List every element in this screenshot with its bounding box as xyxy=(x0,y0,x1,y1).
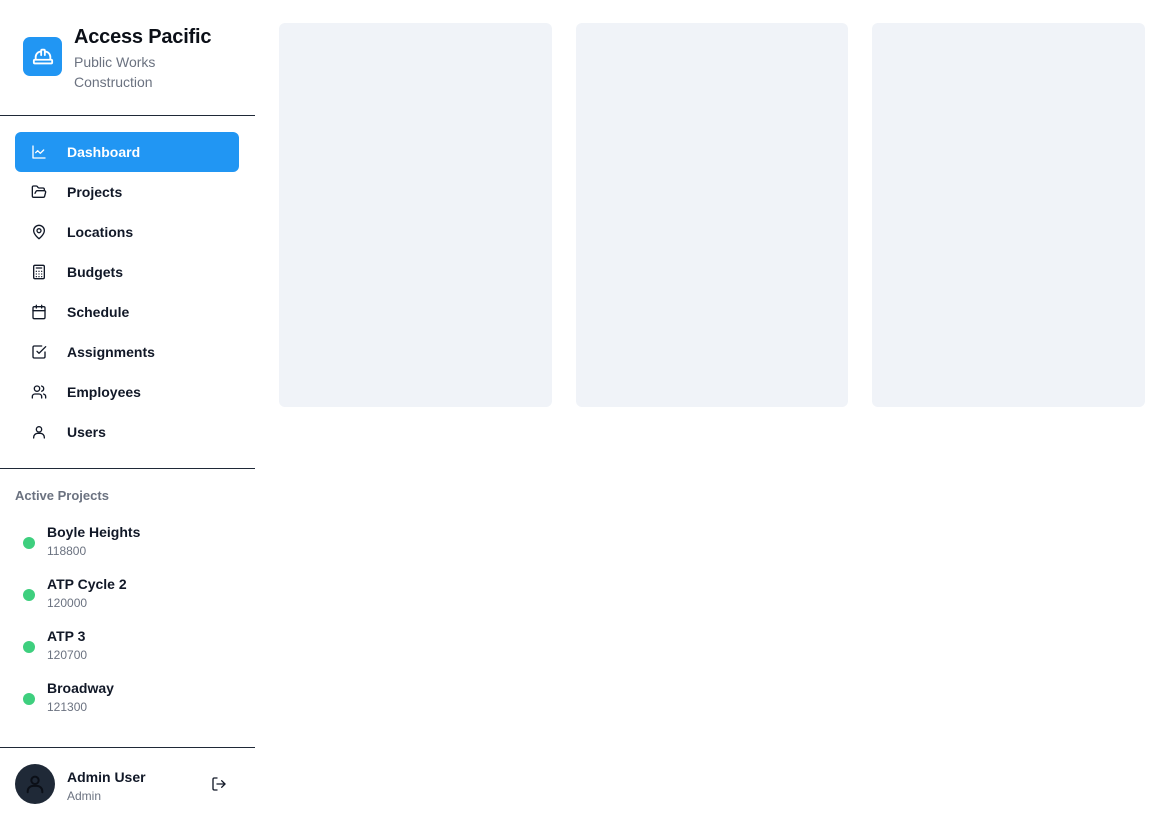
status-dot xyxy=(23,641,35,653)
nav-item-assignments[interactable]: Assignments xyxy=(15,332,239,372)
nav-label: Assignments xyxy=(67,344,155,360)
avatar[interactable] xyxy=(15,764,55,804)
project-name: Broadway xyxy=(47,680,114,696)
logout-button[interactable] xyxy=(209,774,229,794)
nav-label: Dashboard xyxy=(67,144,141,160)
nav-item-budgets[interactable]: Budgets xyxy=(15,252,239,292)
status-dot xyxy=(23,589,35,601)
nav-label: Budgets xyxy=(67,264,123,280)
nav-item-dashboard[interactable]: Dashboard xyxy=(15,132,239,172)
project-item[interactable]: Broadway 121300 xyxy=(0,676,255,728)
active-projects-heading: Active Projects xyxy=(15,488,109,503)
status-dot xyxy=(23,693,35,705)
sidebar-divider xyxy=(0,747,255,748)
project-code: 120000 xyxy=(47,596,88,610)
app-shell: Access Pacific Public Works Construction… xyxy=(0,0,1155,814)
user-icon xyxy=(31,424,47,440)
log-out-icon xyxy=(212,777,226,791)
calendar-icon xyxy=(31,304,47,320)
brand-title: Access Pacific xyxy=(74,26,212,48)
hard-hat-icon xyxy=(23,37,62,76)
user-role: Admin xyxy=(67,789,102,803)
chart-line-icon xyxy=(31,144,47,160)
project-name: ATP Cycle 2 xyxy=(47,576,127,592)
project-name: ATP 3 xyxy=(47,628,86,644)
user-icon xyxy=(26,775,44,794)
brand-header: Access Pacific Public Works Construction xyxy=(0,0,255,116)
loading-card xyxy=(872,23,1145,407)
loading-card xyxy=(279,23,552,407)
project-code: 120700 xyxy=(47,648,88,662)
check-square-icon xyxy=(31,344,47,360)
folder-open-icon xyxy=(31,184,47,200)
project-name: Boyle Heights xyxy=(47,524,141,540)
brand-subtitle: Public Works Construction xyxy=(74,54,156,90)
user-name: Admin User xyxy=(67,769,146,785)
nav-item-employees[interactable]: Employees xyxy=(15,372,239,412)
sidebar: Access Pacific Public Works Construction… xyxy=(0,0,255,814)
status-dot xyxy=(23,537,35,549)
project-item[interactable]: Boyle Heights 118800 xyxy=(0,520,255,572)
project-item[interactable]: ATP 3 120700 xyxy=(0,624,255,676)
sidebar-divider xyxy=(0,468,255,469)
nav-label: Users xyxy=(67,424,106,440)
project-item[interactable]: ATP Cycle 2 120000 xyxy=(0,572,255,624)
nav-item-schedule[interactable]: Schedule xyxy=(15,292,239,332)
nav-item-users[interactable]: Users xyxy=(15,412,239,452)
users-icon xyxy=(31,384,47,400)
nav-item-locations[interactable]: Locations xyxy=(15,212,239,252)
main-nav: Dashboard Projects Locations Budgets Sch… xyxy=(15,132,239,452)
active-projects-list: Boyle Heights 118800 ATP Cycle 2 120000 … xyxy=(0,520,255,728)
nav-label: Employees xyxy=(67,384,141,400)
map-pin-icon xyxy=(31,224,47,240)
nav-label: Schedule xyxy=(67,304,130,320)
project-code: 118800 xyxy=(47,544,87,558)
nav-label: Projects xyxy=(67,184,123,200)
calculator-icon xyxy=(31,264,47,280)
nav-label: Locations xyxy=(67,224,134,240)
loading-card xyxy=(576,23,848,407)
project-code: 121300 xyxy=(47,700,88,714)
nav-item-projects[interactable]: Projects xyxy=(15,172,239,212)
